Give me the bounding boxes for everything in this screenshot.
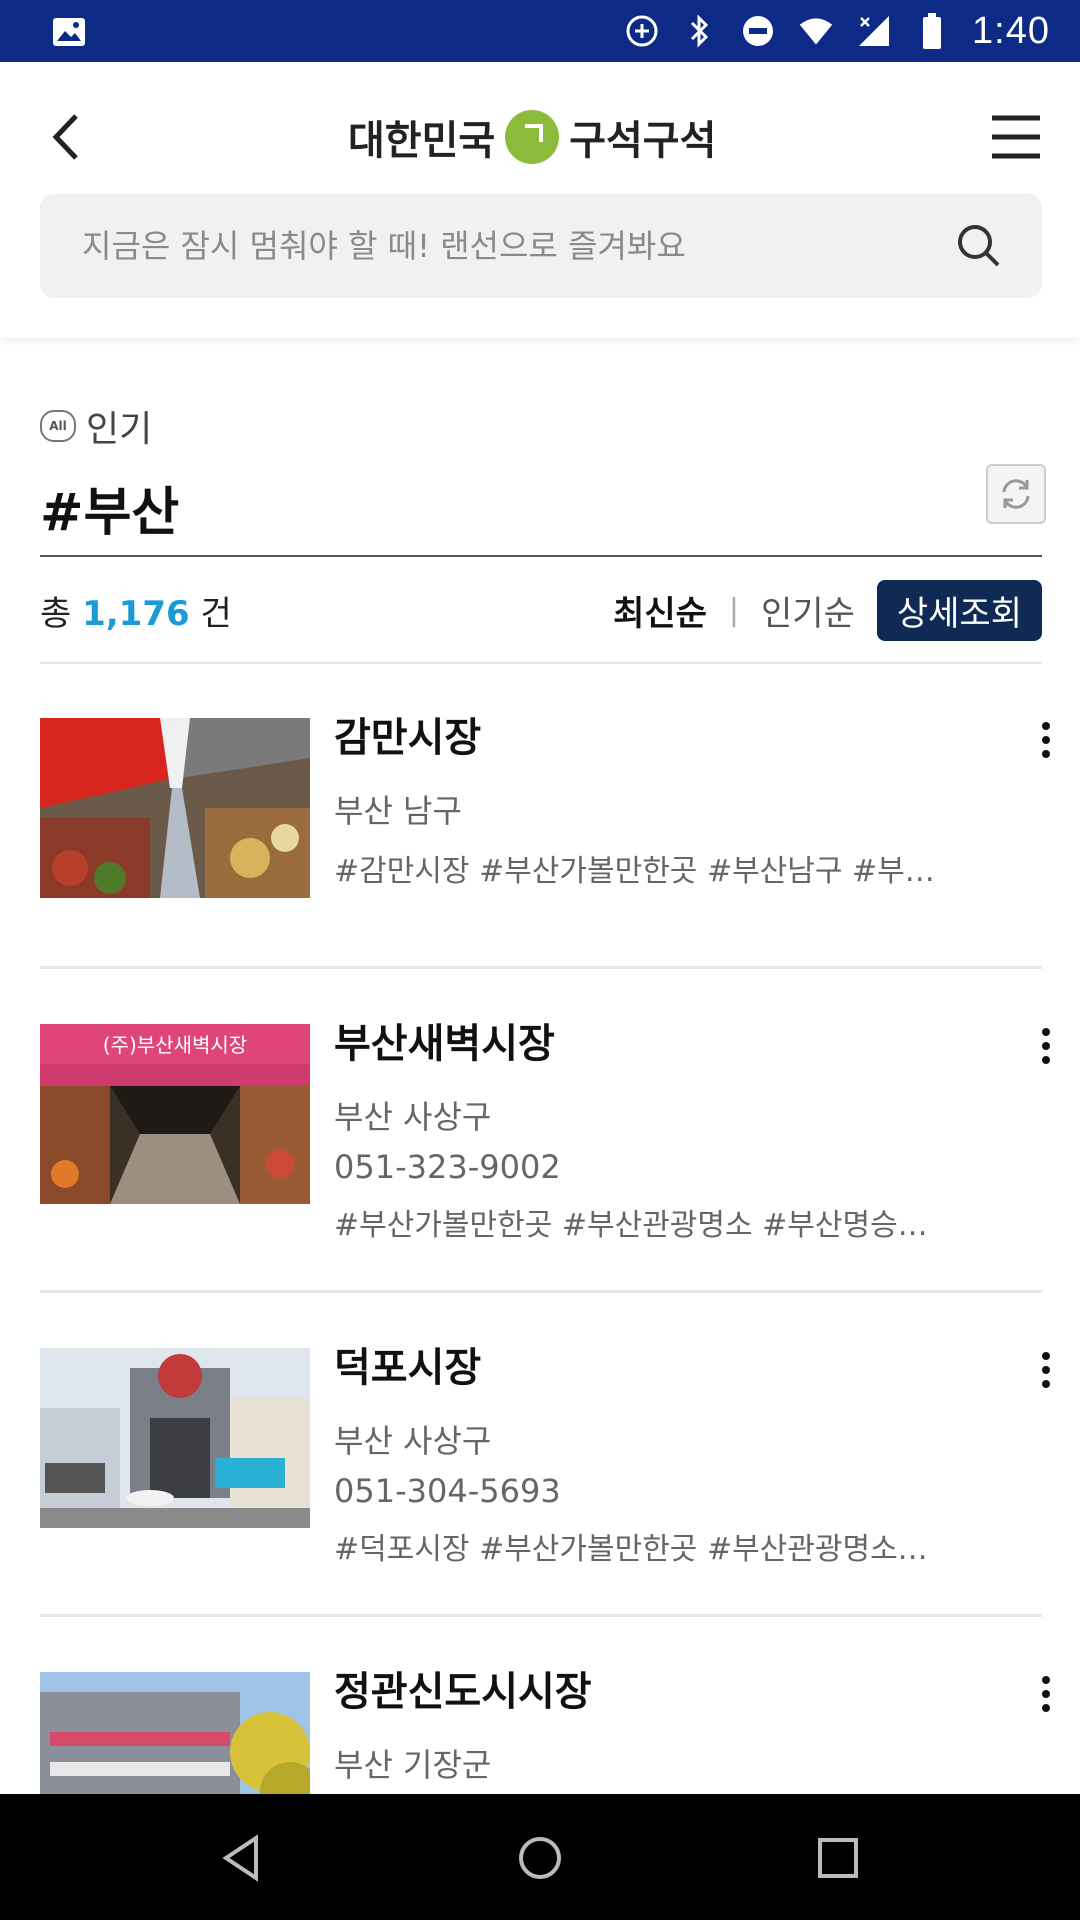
search-icon[interactable] — [956, 223, 1002, 269]
more-options-icon[interactable] — [1026, 710, 1066, 770]
toolbar-divider — [40, 662, 1042, 664]
refresh-icon — [1002, 479, 1030, 509]
item-address: 부산 기장군 — [334, 1746, 492, 1784]
category-label: 인기 — [86, 409, 153, 450]
item-address: 부산 사상구 — [334, 1098, 492, 1136]
item-tags: #감만시장 #부산가볼만한곳 #부산남구 #부… — [334, 854, 935, 889]
item-name[interactable]: 부산새벽시장 — [334, 1016, 974, 1072]
more-options-icon[interactable] — [1026, 1016, 1066, 1076]
all-badge-icon: All — [40, 410, 76, 442]
status-bar: 1:40 — [0, 0, 1080, 62]
result-count: 총 1,176 건 — [40, 586, 232, 635]
thumbnail-image[interactable]: (주)부산새벽시장 — [40, 1024, 310, 1204]
battery-icon — [914, 13, 950, 49]
logo-text-right: 구석구석 — [569, 118, 717, 164]
thumbnail-image[interactable] — [40, 1348, 310, 1528]
section-divider — [40, 555, 1042, 557]
do-not-disturb-icon — [740, 13, 776, 49]
detail-search-button[interactable]: 상세조회 — [876, 579, 1042, 641]
item-address: 부산 남구 — [334, 792, 462, 830]
search-input[interactable] — [80, 226, 956, 266]
data-saver-icon — [624, 13, 660, 49]
list-divider — [40, 1290, 1042, 1293]
tag-section-header: All 인기 #부산 — [40, 400, 1046, 545]
count-suffix: 건 — [200, 593, 232, 634]
home-circle-icon[interactable] — [510, 1832, 570, 1884]
refresh-button[interactable] — [986, 464, 1046, 524]
sort-separator: | — [728, 592, 740, 628]
back-triangle-icon[interactable] — [212, 1832, 272, 1884]
list-divider — [40, 966, 1042, 969]
logo-text-left: 대한민국 — [348, 118, 496, 164]
item-name[interactable]: 덕포시장 — [334, 1340, 974, 1396]
item-name[interactable]: 감만시장 — [334, 710, 974, 766]
system-nav-bar — [0, 1794, 1080, 1920]
more-options-icon[interactable] — [1026, 1664, 1066, 1724]
count-number: 1,176 — [82, 593, 190, 634]
sort-popular[interactable]: 인기순 — [761, 586, 855, 635]
logo-mark-icon — [505, 110, 560, 164]
list-divider — [40, 1614, 1042, 1617]
logo[interactable]: 대한민국 구석구석 — [348, 102, 716, 172]
bluetooth-icon — [682, 13, 718, 49]
item-phone: 051-323-9002 — [334, 1148, 561, 1186]
market-sign-text: (주)부산새벽시장 — [103, 1033, 247, 1057]
count-prefix: 총 — [40, 593, 72, 634]
item-name[interactable]: 정관신도시시장 — [334, 1664, 974, 1720]
item-tags: #덕포시장 #부산가볼만한곳 #부산관광명소… — [334, 1532, 928, 1567]
app-header: 대한민국 구석구석 — [0, 62, 1080, 338]
search-bar[interactable] — [40, 194, 1042, 298]
sort-latest[interactable]: 최신순 — [613, 586, 707, 635]
page-title: #부산 — [40, 483, 180, 543]
item-address: 부산 사상구 — [334, 1422, 492, 1460]
thumbnail-image[interactable] — [40, 718, 310, 898]
result-toolbar: 총 1,176 건 최신순 | 인기순 상세조회 — [40, 579, 1042, 641]
more-options-icon[interactable] — [1026, 1340, 1066, 1400]
image-icon — [52, 17, 86, 47]
signal-icon — [856, 13, 892, 49]
wifi-icon — [798, 13, 834, 49]
menu-icon[interactable] — [986, 102, 1046, 172]
clock: 1:40 — [972, 9, 1050, 52]
item-tags: #부산가볼만한곳 #부산관광명소 #부산명승… — [334, 1208, 928, 1243]
back-arrow-icon[interactable] — [40, 102, 96, 172]
recents-square-icon[interactable] — [808, 1832, 868, 1884]
item-phone: 051-304-5693 — [334, 1472, 561, 1510]
